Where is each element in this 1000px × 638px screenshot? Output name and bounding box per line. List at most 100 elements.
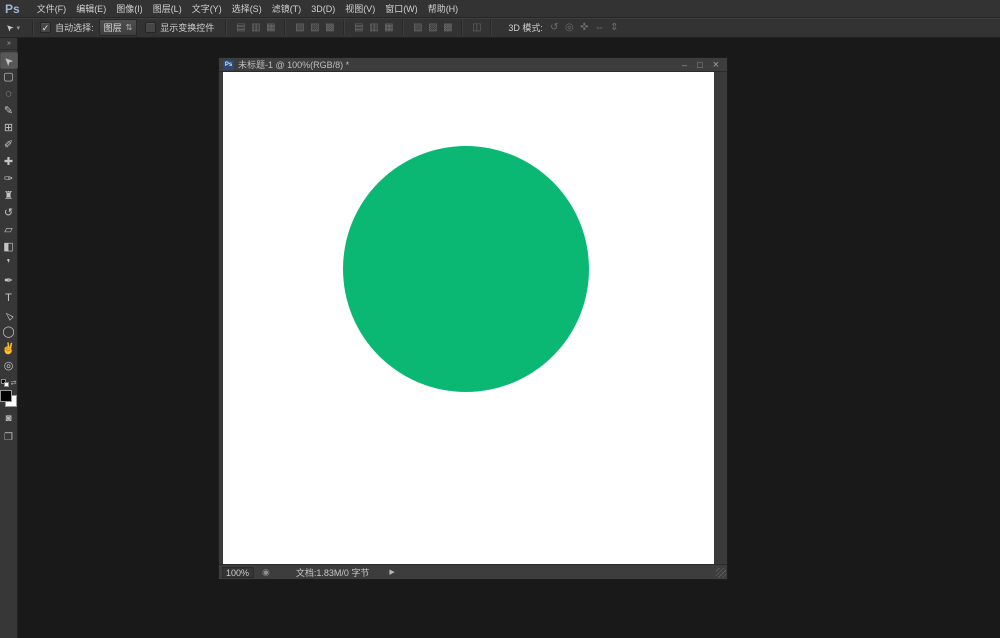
menu-type[interactable]: 文字(Y)	[187, 0, 227, 18]
3d-roll-icon[interactable]: ◎	[562, 22, 577, 33]
zoom-tool[interactable]: ◎	[0, 358, 18, 375]
distribute-vertical-centers-icon[interactable]: ▥	[366, 22, 381, 33]
3d-mode-icons: ↺◎✜⇔⇕	[547, 22, 622, 33]
distribute-horizontal-centers-icon[interactable]: ▨	[425, 22, 440, 33]
distribute-icons-group-2: ▧▨▩	[410, 22, 455, 33]
distribute-left-edges-icon[interactable]: ▧	[410, 22, 425, 33]
align-top-edges-icon[interactable]: ▤	[233, 22, 248, 33]
auto-select-target-dropdown[interactable]: 图层 ⇅	[99, 19, 138, 36]
icon-glyph: ♜	[0, 188, 18, 205]
separator	[490, 20, 492, 35]
menu-help[interactable]: 帮助(H)	[423, 0, 464, 18]
separator	[402, 20, 404, 35]
swap-colors-icon[interactable]: ⇄	[11, 379, 17, 387]
align-horizontal-centers-icon[interactable]: ▨	[307, 22, 322, 33]
show-transform-checkbox[interactable]	[145, 22, 156, 33]
document-window: Ps 未标题-1 @ 100%(RGB/8) * – □ × 100% ◉ 文档…	[218, 57, 728, 580]
icon-glyph: ✎	[0, 103, 18, 120]
icon-glyph: ◎	[562, 22, 577, 33]
distribute-right-edges-icon[interactable]: ▩	[440, 22, 455, 33]
chevron-down-icon: ▾	[17, 24, 21, 32]
canvas[interactable]	[223, 72, 714, 566]
options-bar: ➤ ▾ ✓ 自动选择: 图层 ⇅ 显示变换控件 ▤▥▦ ▧▨▩ ▤▥▦ ▧▨▩ …	[0, 18, 1000, 38]
align-bottom-edges-icon[interactable]: ▦	[263, 22, 278, 33]
distribute-bottom-edges-icon[interactable]: ▦	[381, 22, 396, 33]
document-size-info: 文档:1.83M/0 字节	[296, 566, 370, 579]
status-expand-arrow[interactable]: ▶	[389, 568, 394, 576]
photoshop-logo-icon: Ps	[5, 2, 20, 16]
icon-glyph: ◎	[0, 358, 18, 375]
align-vertical-centers-icon[interactable]: ▥	[248, 22, 263, 33]
auto-align-layers-icon[interactable]: ◫	[469, 22, 484, 33]
show-transform-label: 显示变换控件	[160, 21, 214, 34]
screen-mode-button[interactable]: ❐	[0, 430, 18, 445]
icon-glyph: ✑	[0, 171, 18, 188]
brush-tool[interactable]: ✑	[0, 171, 18, 188]
3d-scale-icon[interactable]: ⇕	[607, 22, 622, 33]
3d-drag-icon[interactable]: ✜	[577, 22, 592, 33]
crop-tool[interactable]: ⊞	[0, 120, 18, 137]
blur-tool[interactable]: ❜	[0, 256, 18, 273]
menu-items: 文件(F)编辑(E)图像(I)图层(L)文字(Y)选择(S)滤镜(T)3D(D)…	[32, 0, 464, 17]
maximize-button[interactable]: □	[697, 59, 702, 71]
3d-slide-icon[interactable]: ⇔	[592, 22, 607, 33]
menu-view[interactable]: 视图(V)	[340, 0, 380, 18]
separator	[32, 20, 34, 35]
menu-window[interactable]: 窗口(W)	[380, 0, 423, 18]
icon-glyph: ▦	[263, 22, 278, 33]
move-tool[interactable]: ➤	[0, 52, 18, 69]
align-icons-group-2: ▧▨▩	[292, 22, 337, 33]
menu-3d[interactable]: 3D(D)	[306, 0, 340, 18]
menu-file[interactable]: 文件(F)	[32, 0, 72, 18]
icon-glyph: ✌	[0, 341, 18, 358]
tool-palette: » ➤▢◌✎⊞✐✚✑♜↺▱◧❜✒T▻◯✌◎ ⇄ ◙ ❐	[0, 38, 18, 638]
default-colors-icon[interactable]	[1, 379, 9, 387]
clone-stamp-tool[interactable]: ♜	[0, 188, 18, 205]
icon-glyph: ▱	[0, 222, 18, 239]
align-icons-group-1: ▤▥▦	[233, 22, 278, 33]
window-resize-grip[interactable]	[716, 568, 726, 578]
lasso-tool[interactable]: ◌	[0, 86, 18, 103]
eraser-tool[interactable]: ▱	[0, 222, 18, 239]
separator	[461, 20, 463, 35]
menu-image[interactable]: 图像(I)	[111, 0, 148, 18]
icon-glyph: ↺	[547, 22, 562, 33]
distribute-icons-group-1: ▤▥▦	[351, 22, 396, 33]
menu-filter[interactable]: 滤镜(T)	[267, 0, 307, 18]
gradient-tool[interactable]: ◧	[0, 239, 18, 256]
menu-edit[interactable]: 编辑(E)	[71, 0, 111, 18]
minimize-button[interactable]: –	[682, 59, 687, 71]
color-widget: ⇄ ◙ ❐	[0, 379, 18, 445]
eyedropper-tool[interactable]: ✐	[0, 137, 18, 154]
hand-tool[interactable]: ✌	[0, 341, 18, 358]
close-button[interactable]: ×	[713, 59, 719, 71]
zoom-level-field[interactable]: 100%	[222, 567, 254, 578]
dropdown-value: 图层	[104, 21, 122, 34]
icon-glyph: ◧	[0, 239, 18, 256]
spot-healing-brush-tool[interactable]: ✚	[0, 154, 18, 171]
auto-select-checkbox[interactable]: ✓	[40, 22, 51, 33]
distribute-top-edges-icon[interactable]: ▤	[351, 22, 366, 33]
menu-layer[interactable]: 图层(L)	[148, 0, 187, 18]
icon-glyph: ▨	[425, 22, 440, 33]
quick-selection-tool[interactable]: ✎	[0, 103, 18, 120]
foreground-color-swatch[interactable]	[0, 390, 12, 402]
auto-select-label: 自动选择:	[55, 21, 94, 34]
menu-select[interactable]: 选择(S)	[227, 0, 267, 18]
icon-glyph: ▥	[248, 22, 263, 33]
icon-glyph: ▨	[307, 22, 322, 33]
history-brush-tool[interactable]: ↺	[0, 205, 18, 222]
green-circle	[343, 146, 589, 392]
tool-preset-picker[interactable]: ➤ ▾	[6, 22, 20, 33]
3d-rotate-icon[interactable]: ↺	[547, 22, 562, 33]
quick-mask-button[interactable]: ◙	[0, 411, 18, 426]
align-right-edges-icon[interactable]: ▩	[322, 22, 337, 33]
icon-glyph: ▤	[233, 22, 248, 33]
pen-tool[interactable]: ✒	[0, 273, 18, 290]
path-selection-tool[interactable]: ▻	[0, 307, 18, 324]
align-left-edges-icon[interactable]: ▧	[292, 22, 307, 33]
document-titlebar[interactable]: Ps 未标题-1 @ 100%(RGB/8) * – □ ×	[219, 58, 727, 72]
window-controls: – □ ×	[682, 59, 723, 71]
menu-bar: Ps 文件(F)编辑(E)图像(I)图层(L)文字(Y)选择(S)滤镜(T)3D…	[0, 0, 1000, 18]
icon-glyph: ⇕	[607, 22, 622, 33]
